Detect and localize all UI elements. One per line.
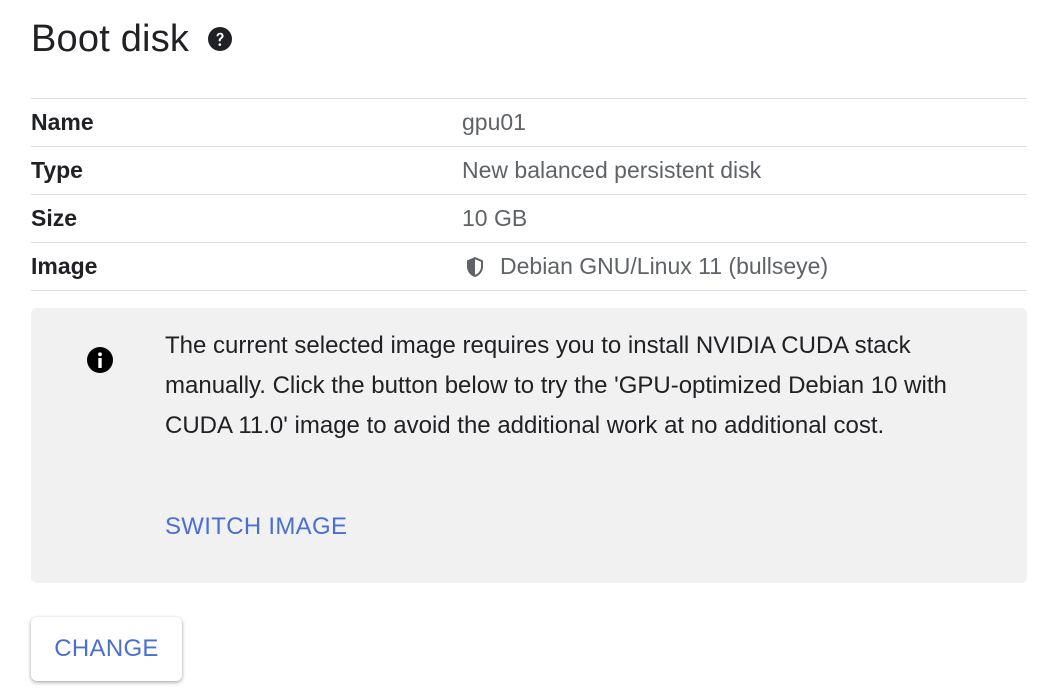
cuda-notice: The current selected image requires you … (31, 308, 1027, 583)
image-name: Debian GNU/Linux 11 (bullseye) (500, 253, 829, 279)
row-label: Name (31, 109, 94, 135)
detail-row-image: Image Debian GNU/Linux 11 (bullseye) (31, 242, 1027, 291)
detail-row-name: Name gpu01 (31, 98, 1027, 146)
help-icon[interactable] (207, 26, 233, 52)
notice-message: The current selected image requires you … (165, 332, 947, 439)
shield-icon (462, 254, 488, 280)
row-value: gpu01 (462, 109, 526, 135)
page-title: Boot disk (31, 17, 190, 60)
row-value: 10 GB (462, 205, 528, 231)
detail-row-size: Size 10 GB (31, 194, 1027, 242)
row-label: Size (31, 205, 78, 231)
row-label: Type (31, 157, 83, 183)
info-icon (86, 346, 114, 374)
row-value-with-icon: Debian GNU/Linux 11 (bullseye) (462, 253, 828, 280)
switch-image-button[interactable]: SWITCH IMAGE (165, 513, 347, 541)
row-label: Image (31, 253, 98, 279)
change-button[interactable]: CHANGE (31, 617, 182, 681)
detail-row-type: Type New balanced persistent disk (31, 146, 1027, 194)
boot-disk-details: Name gpu01 Type New balanced persistent … (31, 98, 1027, 291)
section-header: Boot disk (31, 14, 233, 64)
row-value: New balanced persistent disk (462, 157, 762, 183)
